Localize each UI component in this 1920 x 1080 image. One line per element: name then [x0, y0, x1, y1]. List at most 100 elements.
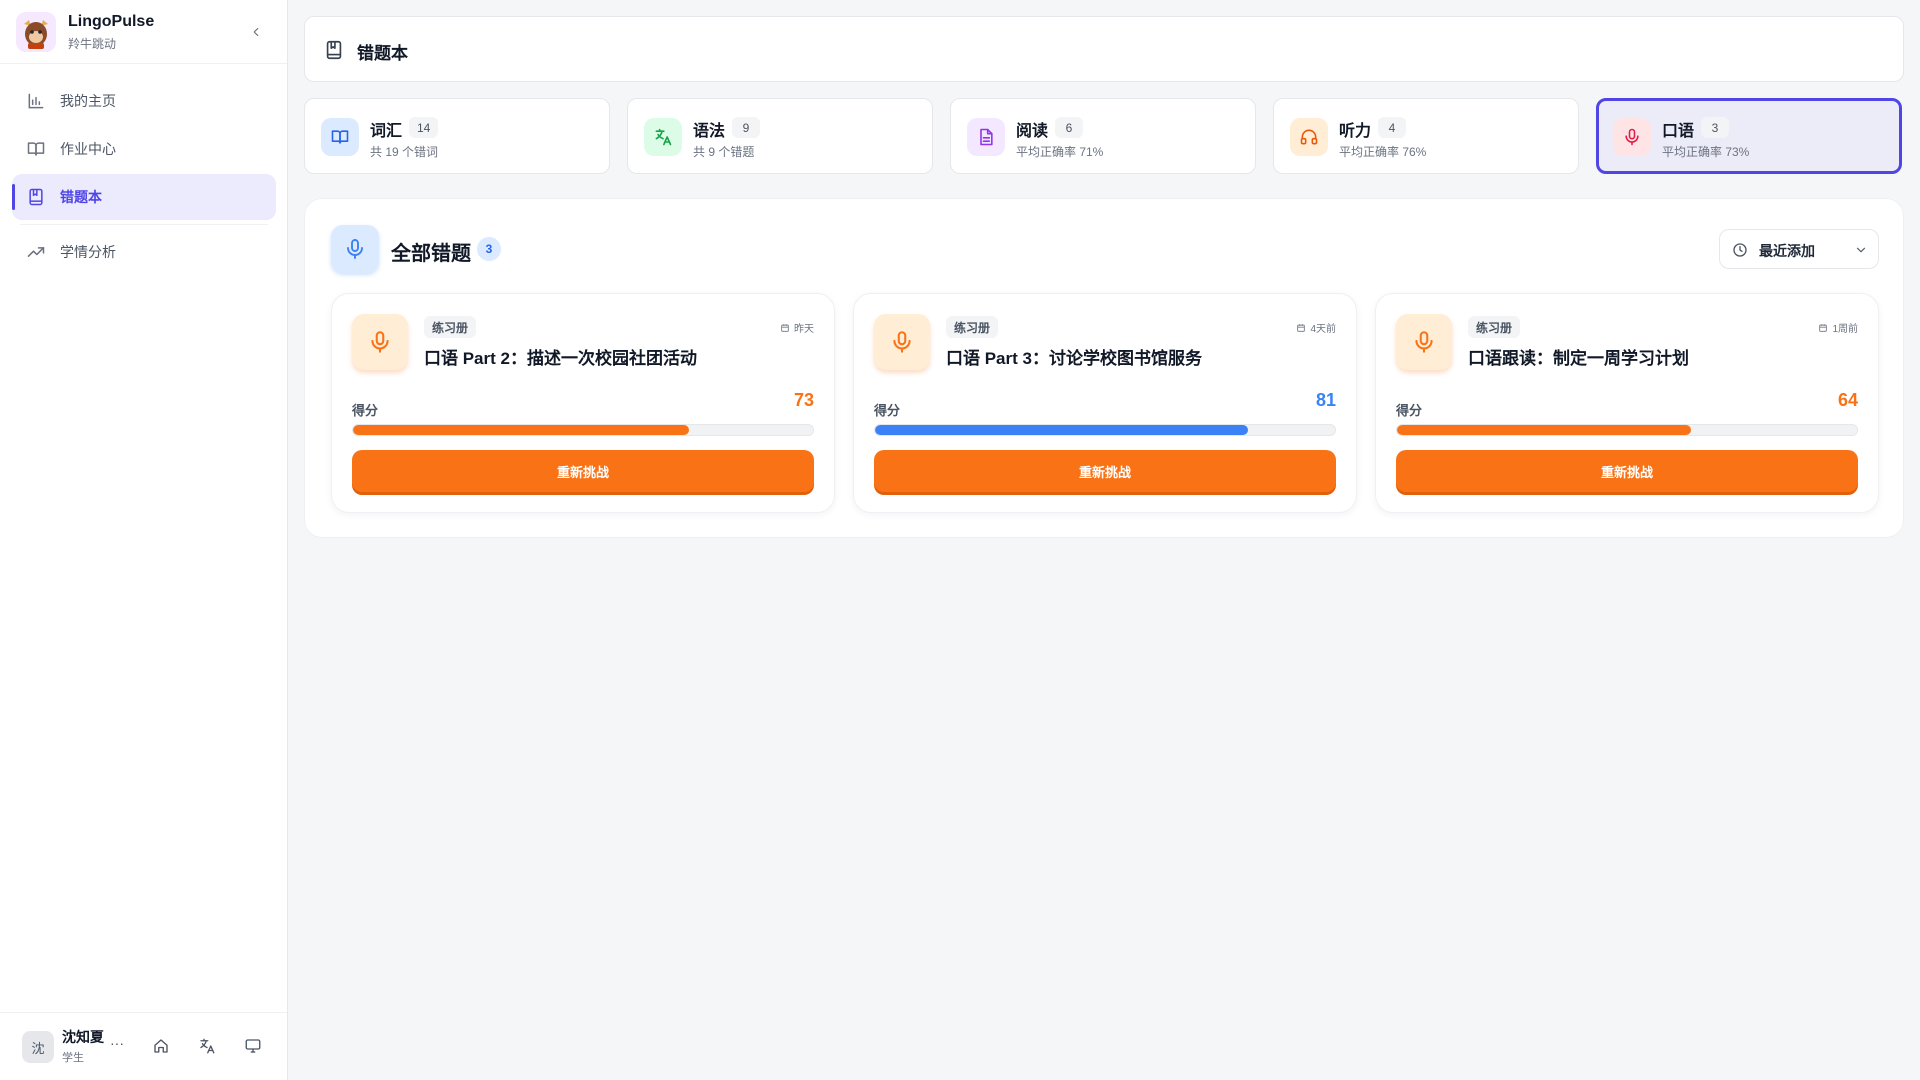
category-count-badge: 14	[409, 117, 439, 138]
bar-chart-icon	[28, 93, 44, 109]
card-title: 口语跟读：制定一周学习计划	[1468, 349, 1689, 368]
score-value: 73	[793, 390, 814, 410]
page-title: 错题本	[357, 44, 408, 63]
category-count-badge: 4	[1378, 117, 1406, 138]
app-logo	[16, 12, 56, 52]
user-bar: 沈 沈知夏 学生 ···	[0, 1012, 287, 1080]
mistake-card[interactable]: 练习册 4天前 口语 Part 3：讨论学校图书馆服务 得分 81 重新挑战	[853, 293, 1357, 513]
score-label: 得分	[874, 403, 901, 418]
score-progress-fill	[353, 425, 689, 435]
app-name: LingoPulse	[68, 13, 155, 30]
source-tag: 练习册	[946, 316, 999, 338]
microphone-icon	[1415, 331, 1433, 353]
language-button[interactable]	[198, 1037, 218, 1057]
category-grammar[interactable]: 语法 9 共 9 个错题	[627, 98, 933, 174]
panel-title: 全部错题	[391, 243, 471, 265]
trending-up-icon	[27, 247, 45, 257]
category-summary: 共 19 个错词	[370, 145, 439, 159]
book-open-icon	[27, 142, 45, 156]
bookmark-book-icon	[29, 188, 43, 206]
score-value: 81	[1315, 390, 1336, 410]
category-summary: 平均正确率 71%	[1016, 145, 1104, 159]
headphones-icon	[1300, 129, 1318, 145]
microphone-icon	[371, 331, 389, 353]
sidebar-item-label: 我的主页	[60, 93, 116, 109]
user-name: 沈知夏	[62, 1029, 104, 1045]
retry-button[interactable]: 重新挑战	[1396, 450, 1858, 492]
chevron-left-icon	[253, 27, 259, 37]
sidebar-item-homework[interactable]: 作业中心	[12, 126, 276, 172]
category-speaking[interactable]: 口语 3 平均正确率 73%	[1596, 98, 1902, 174]
microphone-icon	[347, 239, 363, 259]
translate-icon	[655, 128, 672, 146]
category-icon-box	[1290, 118, 1328, 156]
category-name: 词汇	[370, 123, 403, 140]
score-value: 64	[1837, 390, 1858, 410]
sidebar-nav: 我的主页 作业中心 错题本 学情分析	[12, 78, 276, 277]
category-name: 口语	[1662, 123, 1695, 140]
document-icon	[980, 128, 993, 146]
score-label: 得分	[1396, 403, 1423, 418]
category-icon-box	[967, 118, 1005, 156]
sidebar-item-label: 作业中心	[60, 141, 116, 157]
sort-select[interactable]: 最近添加	[1719, 229, 1879, 269]
added-date-text: 4天前	[1310, 324, 1336, 335]
sidebar-item-label: 错题本	[60, 189, 102, 205]
microphone-icon	[893, 331, 911, 353]
category-name: 语法	[693, 123, 726, 140]
microphone-icon	[1625, 128, 1639, 146]
category-count-badge: 9	[732, 117, 760, 138]
sidebar-item-mistakes[interactable]: 错题本	[12, 174, 276, 220]
collapse-sidebar-button[interactable]	[244, 20, 268, 44]
page-header: 错题本	[304, 16, 1904, 82]
nav-divider	[20, 224, 268, 225]
category-summary: 平均正确率 73%	[1662, 145, 1750, 159]
category-summary: 共 9 个错题	[693, 145, 755, 159]
category-listening[interactable]: 听力 4 平均正确率 76%	[1273, 98, 1579, 174]
score-progress-fill	[1397, 425, 1692, 435]
score-progress-track	[1396, 424, 1858, 436]
added-date-text: 昨天	[794, 324, 814, 335]
added-date: 昨天	[780, 320, 814, 335]
category-tabs: 词汇 14 共 19 个错词 语法 9 共 9 个错题 阅读 6 平均正确率 7…	[304, 98, 1904, 174]
added-date-text: 1周前	[1832, 324, 1858, 335]
translate-icon	[200, 1038, 215, 1054]
card-title: 口语 Part 2：描述一次校园社团活动	[424, 349, 697, 368]
sidebar-item-home[interactable]: 我的主页	[12, 78, 276, 124]
calendar-icon	[1297, 323, 1306, 332]
mistake-card-list: 练习册 昨天 口语 Part 2：描述一次校园社团活动 得分 73 重新挑战 练…	[331, 293, 1879, 513]
sidebar: LingoPulse 羚牛跳动 我的主页 作业中心 错题本 学情分析 沈 沈知夏…	[0, 0, 288, 1080]
category-summary: 平均正确率 76%	[1339, 145, 1427, 159]
category-count-badge: 6	[1055, 117, 1083, 138]
mistake-card[interactable]: 练习册 昨天 口语 Part 2：描述一次校园社团活动 得分 73 重新挑战	[331, 293, 835, 513]
display-button[interactable]	[244, 1037, 264, 1057]
book-open-icon	[331, 130, 349, 144]
category-icon-box	[1613, 118, 1651, 156]
category-vocabulary[interactable]: 词汇 14 共 19 个错词	[304, 98, 610, 174]
category-icon-box	[644, 118, 682, 156]
app-subtitle: 羚牛跳动	[68, 37, 117, 51]
card-icon-box	[1396, 314, 1452, 370]
sort-label: 最近添加	[1759, 243, 1815, 259]
added-date: 4天前	[1296, 320, 1336, 335]
card-icon-box	[352, 314, 408, 370]
score-progress-fill	[875, 425, 1248, 435]
calendar-icon	[781, 323, 789, 332]
mistake-card[interactable]: 练习册 1周前 口语跟读：制定一周学习计划 得分 64 重新挑战	[1375, 293, 1879, 513]
sidebar-item-analytics[interactable]: 学情分析	[12, 229, 276, 275]
home-button[interactable]	[152, 1037, 172, 1057]
score-progress-track	[352, 424, 814, 436]
user-more-button[interactable]: ···	[110, 1035, 124, 1051]
avatar[interactable]: 沈	[22, 1031, 54, 1063]
score-progress-track	[874, 424, 1336, 436]
category-name: 阅读	[1016, 123, 1049, 140]
panel-icon-box	[331, 225, 379, 273]
calendar-icon	[1819, 323, 1828, 332]
category-icon-box	[321, 118, 359, 156]
home-icon	[154, 1039, 168, 1053]
retry-button[interactable]: 重新挑战	[352, 450, 814, 492]
category-reading[interactable]: 阅读 6 平均正确率 71%	[950, 98, 1256, 174]
card-title: 口语 Part 3：讨论学校图书馆服务	[946, 349, 1202, 368]
retry-button[interactable]: 重新挑战	[874, 450, 1336, 492]
chevron-down-icon	[1856, 247, 1866, 253]
